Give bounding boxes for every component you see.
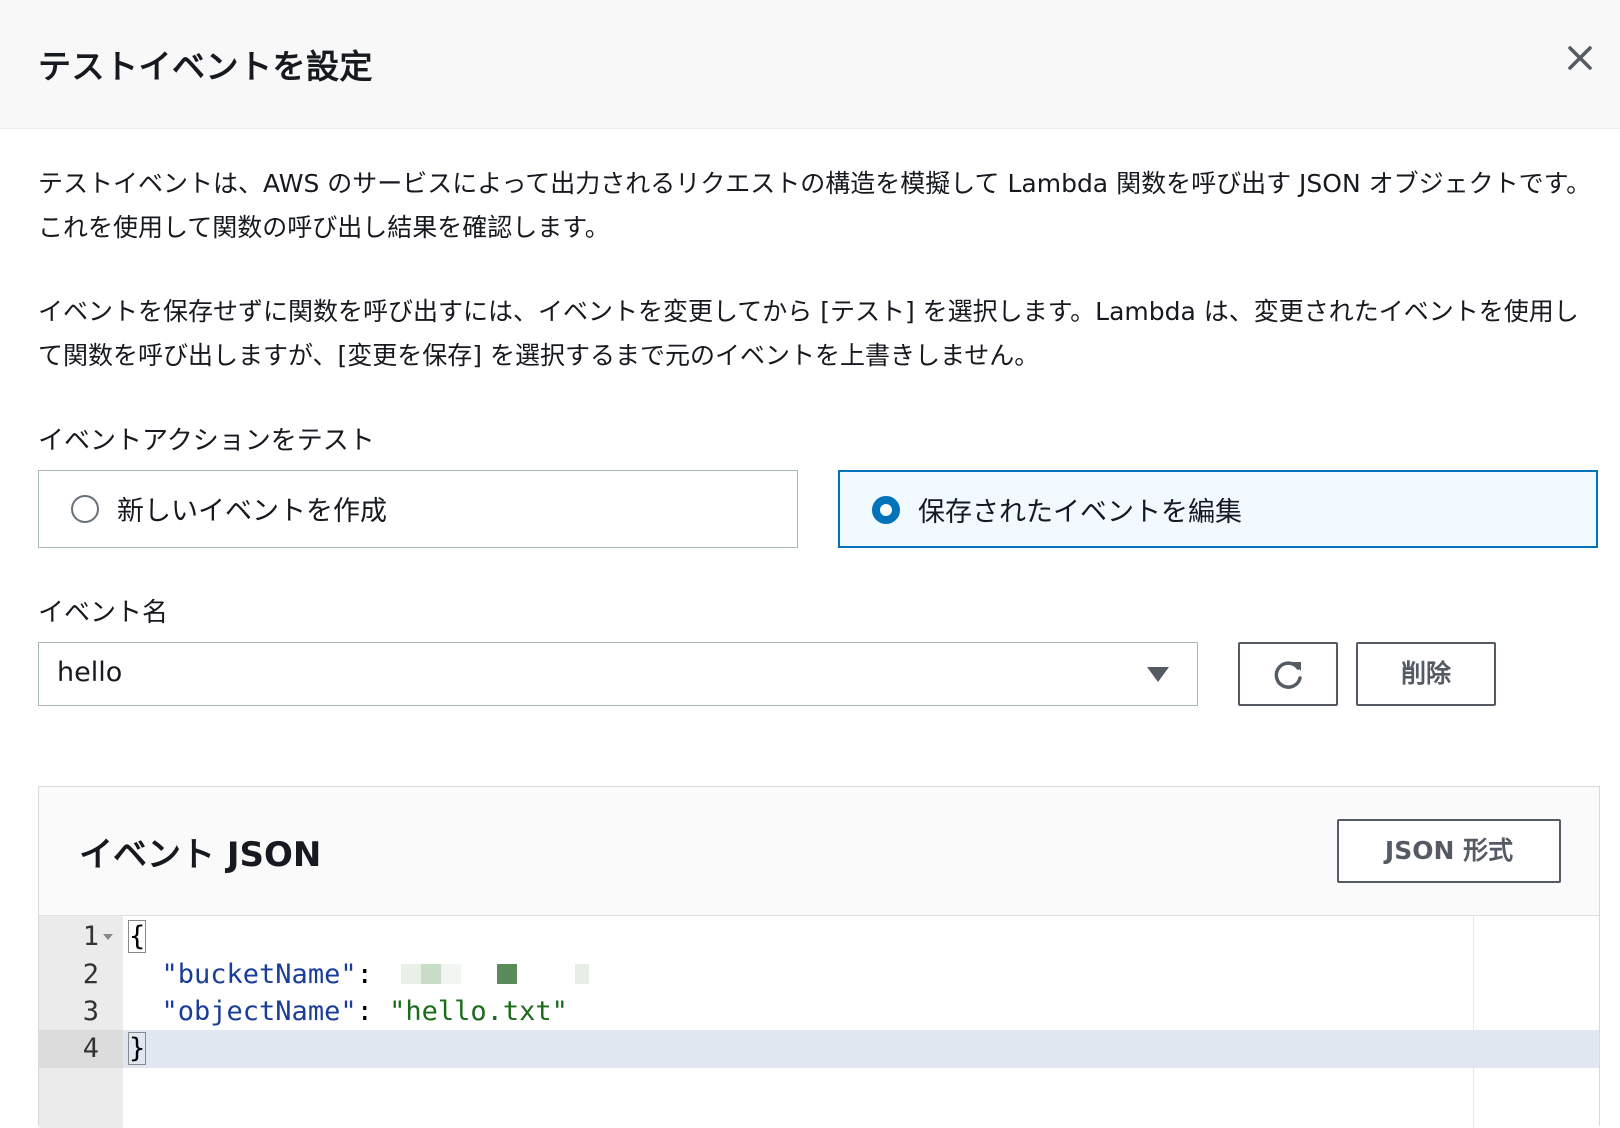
refresh-icon [1274,661,1302,689]
json-editor[interactable]: 1 { 2 "bucketName": 3 "objectName": "hel… [39,915,1599,1128]
refresh-button[interactable] [1238,642,1338,706]
code-line-3: 3 "objectName": "hello.txt" [39,993,1599,1031]
radio-create-new[interactable] [71,495,99,523]
code-line-1: 1 { [39,918,1599,956]
create-new-event-label: 新しいイベントを作成 [117,496,387,527]
line-number: 4 [82,1033,99,1064]
event-json-title: イベント JSON [79,835,322,875]
create-new-event-option[interactable]: 新しいイベントを作成 [38,470,798,548]
fold-arrow-icon[interactable] [103,934,113,940]
json-key: "objectName" [161,996,357,1027]
json-separator: : [356,996,390,1027]
delete-button[interactable]: 削除 [1356,642,1496,706]
edit-saved-event-option[interactable]: 保存されたイベントを編集 [838,470,1598,548]
line-number: 3 [82,996,99,1027]
code-text: "bucketName": [129,956,590,994]
event-name-select[interactable]: hello [38,642,1198,706]
json-format-button[interactable]: JSON 形式 [1337,819,1561,883]
event-json-panel: イベント JSON JSON 形式 1 { 2 "bucketName": 3 … [38,786,1600,1128]
close-button[interactable] [1560,38,1600,78]
description-paragraph-2: イベントを保存せずに関数を呼び出すには、イベントを変更してから [テスト] を選… [38,297,1579,370]
description-paragraph-1: テストイベントは、AWS のサービスによって出力されるリクエストの構造を模擬して… [38,169,1592,242]
modal-header: テストイベントを設定 [0,0,1620,129]
edit-saved-event-label: 保存されたイベントを編集 [918,497,1242,528]
close-icon [1568,46,1592,70]
redacted-value [389,963,590,984]
line-number: 1 [82,921,99,952]
json-separator: : [356,959,390,990]
caret-down-icon [1147,667,1169,682]
radio-edit-saved[interactable] [872,496,900,524]
event-action-label: イベントアクションをテスト [38,426,375,456]
event-name-label: イベント名 [38,598,169,628]
code-line-2: 2 "bucketName": [39,956,1599,994]
close-brace: } [127,1032,147,1065]
code-text: { [127,918,147,956]
line-number: 2 [82,959,99,990]
code-line-4: 4 } [39,1030,1599,1068]
code-text: } [127,1030,147,1068]
json-key: "bucketName" [161,959,357,990]
open-brace: { [127,920,147,953]
json-string-value: "hello.txt" [389,996,568,1027]
code-text: "objectName": "hello.txt" [129,993,568,1031]
event-name-value: hello [57,657,123,688]
modal-title: テストイベントを設定 [38,47,373,86]
